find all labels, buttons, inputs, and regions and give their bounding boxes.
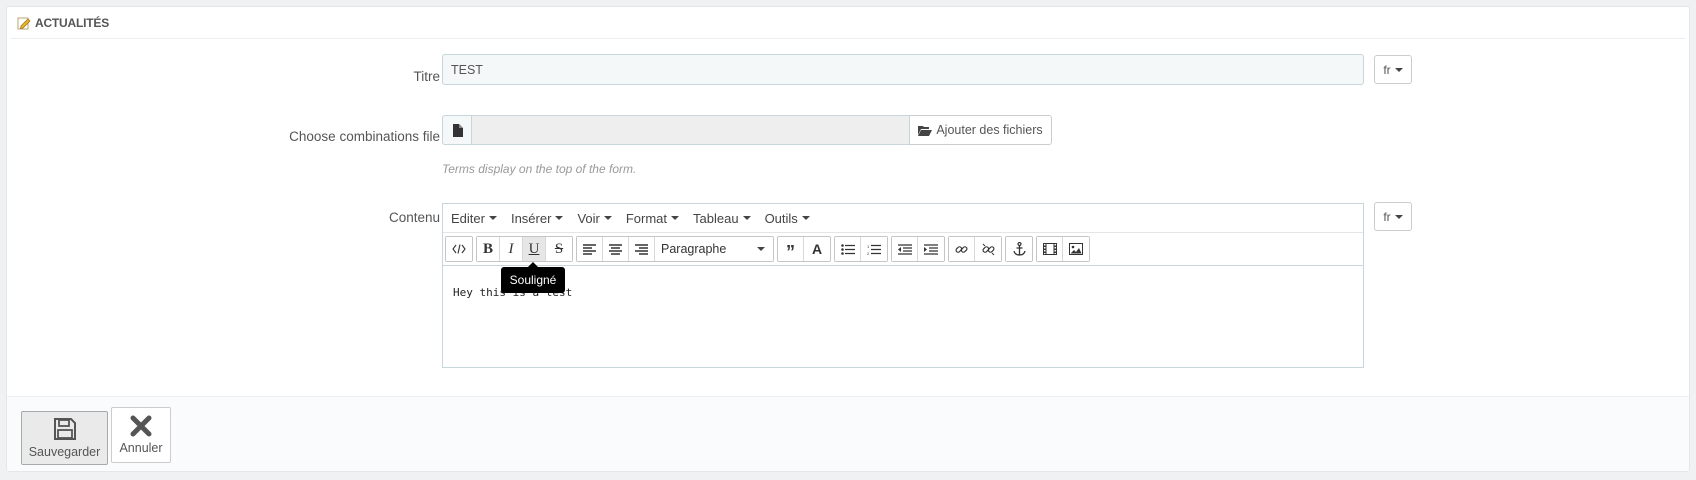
caret-down-icon bbox=[671, 216, 680, 220]
toolbar-group: Paragraphe bbox=[576, 236, 774, 262]
anchor-icon[interactable] bbox=[1006, 237, 1032, 261]
image-icon[interactable] bbox=[1063, 237, 1089, 261]
code-icon[interactable] bbox=[446, 237, 472, 261]
file-icon bbox=[442, 115, 471, 145]
outdent-icon[interactable] bbox=[892, 237, 918, 261]
menu-edit[interactable]: Editer bbox=[451, 211, 497, 226]
link-icon[interactable] bbox=[949, 237, 975, 261]
align-center-icon[interactable] bbox=[603, 237, 629, 261]
file-label: Choose combinations file bbox=[289, 129, 440, 144]
add-files-label: Ajouter des fichiers bbox=[936, 123, 1043, 137]
title-lang-dropdown[interactable]: fr bbox=[1374, 55, 1412, 84]
svg-text:2: 2 bbox=[867, 251, 870, 255]
caret-down-icon bbox=[1394, 67, 1403, 72]
toolbar-group bbox=[948, 236, 1002, 262]
toolbar-group bbox=[1036, 236, 1090, 262]
bold-icon[interactable]: B bbox=[477, 237, 500, 261]
caret-down-icon bbox=[488, 216, 497, 220]
caret-down-icon bbox=[801, 216, 810, 220]
title-input[interactable] bbox=[442, 54, 1364, 85]
underline-icon[interactable]: U bbox=[523, 237, 546, 261]
caret-down-icon bbox=[1394, 214, 1403, 219]
title-label: Titre bbox=[413, 69, 441, 84]
editor-toolbar: B I U S Paragraphe ” A 1 2 bbox=[443, 233, 1363, 266]
save-button[interactable]: Sauvegarder bbox=[21, 411, 108, 465]
pencil-icon bbox=[17, 16, 31, 30]
caret-down-icon bbox=[603, 216, 612, 220]
save-label: Sauvegarder bbox=[28, 445, 101, 459]
toolbar-group bbox=[891, 236, 945, 262]
caret-down-icon bbox=[555, 216, 564, 220]
underline-tooltip: Souligné bbox=[501, 262, 565, 293]
panel-heading: ACTUALITÉS bbox=[11, 7, 1685, 39]
media-icon[interactable] bbox=[1037, 237, 1063, 261]
menu-format[interactable]: Format bbox=[626, 211, 680, 226]
add-files-button[interactable]: Ajouter des fichiers bbox=[910, 115, 1052, 145]
menu-insert[interactable]: Insérer bbox=[511, 211, 564, 226]
menu-tools[interactable]: Outils bbox=[765, 211, 810, 226]
close-icon bbox=[130, 415, 152, 437]
content-label: Contenu bbox=[388, 210, 440, 225]
menu-table[interactable]: Tableau bbox=[693, 211, 751, 226]
unlink-icon[interactable] bbox=[975, 237, 1001, 261]
numbered-list-icon[interactable]: 12 bbox=[861, 237, 887, 261]
toolbar-group: ” A bbox=[777, 236, 831, 262]
toolbar-group: 12 bbox=[834, 236, 888, 262]
rich-text-editor: Editer Insérer Voir Format Tableau Outil… bbox=[442, 203, 1364, 368]
cancel-button[interactable]: Annuler bbox=[111, 407, 171, 463]
news-panel: ACTUALITÉS Titre fr Choose combinations … bbox=[6, 6, 1690, 472]
file-upload-group: Ajouter des fichiers bbox=[442, 115, 1052, 145]
editor-menubar: Editer Insérer Voir Format Tableau Outil… bbox=[443, 204, 1363, 233]
panel-title: ACTUALITÉS bbox=[35, 15, 109, 30]
align-right-icon[interactable] bbox=[629, 237, 655, 261]
toolbar-group: B I U S bbox=[476, 236, 573, 262]
toolbar-group bbox=[1005, 236, 1033, 262]
content-lang-dropdown[interactable]: fr bbox=[1374, 202, 1412, 231]
menu-view[interactable]: Voir bbox=[577, 211, 612, 226]
indent-icon[interactable] bbox=[918, 237, 944, 261]
folder-open-icon bbox=[918, 125, 933, 136]
save-icon bbox=[53, 417, 77, 441]
file-name-input[interactable] bbox=[471, 115, 910, 145]
caret-down-icon bbox=[742, 216, 751, 220]
panel-footer: Sauvegarder Annuler bbox=[7, 396, 1689, 471]
lang-label: fr bbox=[1383, 62, 1391, 77]
file-help-text: Terms display on the top of the form. bbox=[442, 162, 637, 176]
lang-label: fr bbox=[1383, 209, 1391, 224]
svg-text:1: 1 bbox=[867, 244, 870, 249]
bullet-list-icon[interactable] bbox=[835, 237, 861, 261]
blockquote-icon[interactable]: ” bbox=[778, 237, 804, 261]
caret-down-icon bbox=[757, 247, 765, 251]
cancel-label: Annuler bbox=[119, 441, 163, 455]
italic-icon[interactable]: I bbox=[500, 237, 523, 261]
text-color-icon[interactable]: A bbox=[804, 237, 830, 261]
format-select[interactable]: Paragraphe bbox=[655, 237, 773, 261]
editor-content[interactable]: Hey this is a test bbox=[443, 266, 1363, 319]
strikethrough-icon[interactable]: S bbox=[546, 237, 572, 261]
toolbar-group bbox=[445, 236, 473, 262]
align-left-icon[interactable] bbox=[577, 237, 603, 261]
